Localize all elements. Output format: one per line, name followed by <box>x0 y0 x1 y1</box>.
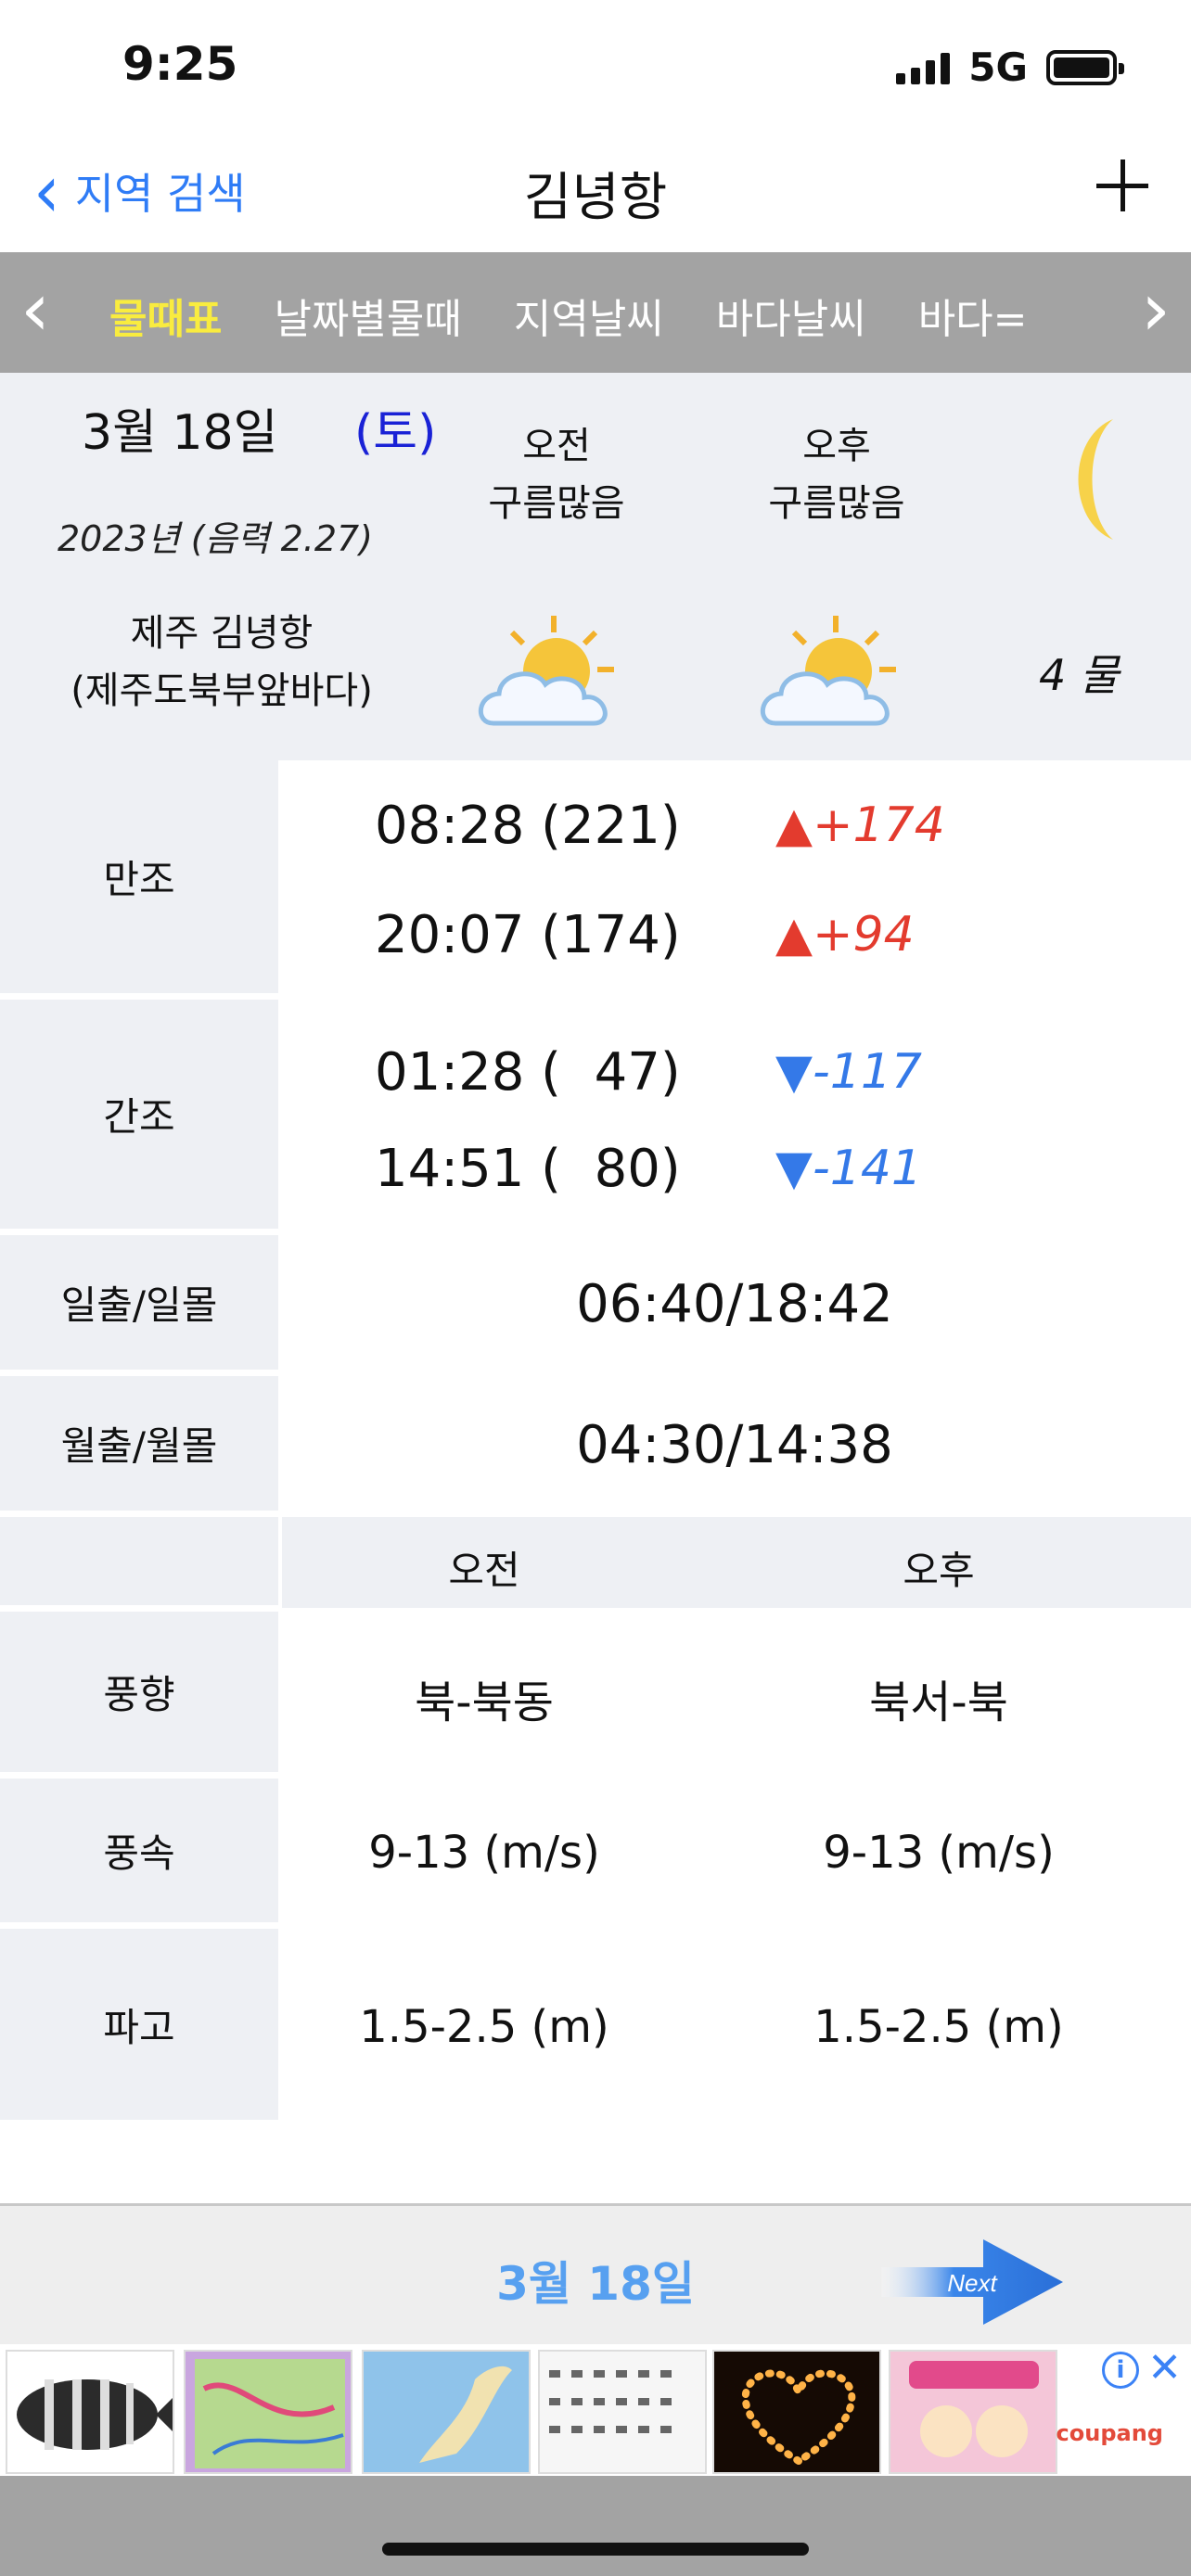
am-header: 오전 <box>448 1548 520 1593</box>
ad-image-map-1[interactable] <box>184 2350 352 2474</box>
navigation-bar: ‹ 지역 검색 김녕항 <box>0 130 1191 250</box>
wind-speed-label: 풍속 <box>0 1779 278 1925</box>
moon-row: 월출/월몰 04:30/14:38 <box>0 1372 1191 1513</box>
ad-image-chart[interactable] <box>538 2350 707 2474</box>
location: 제주 김녕항 (제주도북부앞바다) <box>41 605 403 720</box>
year-lunar-date: 2023년 (음력 2.27) <box>58 518 374 559</box>
pm-weather: 오후 구름많음 <box>716 417 957 532</box>
plus-icon[interactable] <box>1093 156 1152 215</box>
partly-cloudy-icon <box>478 616 614 726</box>
low-tide-label: 간조 <box>0 1000 278 1231</box>
sun-value: 06:40/18:42 <box>576 1273 893 1334</box>
ad-image-heart[interactable] <box>712 2350 881 2474</box>
moon-label: 월출/월몰 <box>0 1376 278 1513</box>
day-of-week: (토) <box>354 405 437 461</box>
high-tide-diff-1: ▲+174 <box>775 797 945 853</box>
partly-cloudy-icon <box>760 616 896 726</box>
chevron-left-icon[interactable]: ‹ <box>20 273 50 347</box>
wave-height-row: 파고 1.5-2.5 (m) 1.5-2.5 (m) <box>0 1925 1191 2120</box>
tab-list: 물때표 날짜별물때 지역날씨 바다날씨 바다= <box>109 286 1100 345</box>
tab-sea-weather[interactable]: 바다날씨 <box>716 286 866 345</box>
crescent-moon-icon <box>1078 419 1113 540</box>
high-tide-time-2: 20:07 (174) <box>375 905 681 965</box>
low-tide-diff-2: ▼-141 <box>775 1141 923 1196</box>
marine-header-blank <box>0 1517 278 1608</box>
pm-label: 오후 <box>802 425 871 467</box>
high-tide-time-1: 08:28 (221) <box>375 796 681 856</box>
chevron-right-icon[interactable]: › <box>1141 273 1171 347</box>
wind-speed-am: 9-13 (m/s) <box>368 1827 600 1879</box>
tide-day: 4 물 <box>1039 650 1120 700</box>
home-area <box>0 2476 1191 2576</box>
wind-direction-label: 풍향 <box>0 1612 278 1775</box>
location-name: 제주 김녕항 <box>130 612 314 655</box>
status-time: 9:25 <box>122 37 238 91</box>
tab-local-weather[interactable]: 지역날씨 <box>514 286 664 345</box>
date-label: 3월 18일 <box>82 405 278 461</box>
tab-tide-table[interactable]: 물때표 <box>109 286 222 345</box>
wave-height-label: 파고 <box>0 1929 278 2120</box>
pm-weather-text: 구름많음 <box>768 482 905 525</box>
wind-speed-pm: 9-13 (m/s) <box>823 1827 1055 1879</box>
ad-image-fish[interactable] <box>6 2350 174 2474</box>
signal-icon <box>896 51 951 84</box>
close-icon[interactable]: ✕ <box>1147 2344 1182 2391</box>
low-tide-time-2: 14:51 ( 80) <box>375 1139 681 1199</box>
wave-height-am: 1.5-2.5 (m) <box>359 2001 609 2053</box>
battery-icon <box>1046 49 1124 85</box>
pm-header: 오후 <box>903 1548 975 1593</box>
sun-row: 일출/일몰 06:40/18:42 <box>0 1231 1191 1372</box>
sun-label: 일출/일몰 <box>0 1235 278 1372</box>
info-icon[interactable]: i <box>1102 2352 1139 2389</box>
ad-image-toy[interactable] <box>889 2350 1057 2474</box>
moon-value: 04:30/14:38 <box>576 1414 893 1475</box>
ad-banner[interactable]: i ✕ coupang <box>0 2344 1191 2476</box>
low-tide-time-1: 01:28 ( 47) <box>375 1042 681 1103</box>
high-tide-row: 만조 08:28 (221) ▲+174 20:07 (174) ▲+94 <box>0 760 1191 996</box>
tab-strip: ‹ 물때표 날짜별물때 지역날씨 바다날씨 바다= › <box>0 252 1191 373</box>
am-weather-text: 구름많음 <box>488 482 625 525</box>
ad-brand: coupang <box>1056 2420 1163 2446</box>
low-tide-row: 간조 01:28 ( 47) ▼-117 14:51 ( 80) ▼-141 <box>0 996 1191 1231</box>
wind-direction-pm: 북서-북 <box>869 1677 1008 1728</box>
high-tide-label: 만조 <box>0 760 278 996</box>
marine-header: 오전 오후 <box>282 1517 1191 1608</box>
am-weather: 오전 구름많음 <box>436 417 677 532</box>
ad-image-map-2[interactable] <box>362 2350 531 2474</box>
wind-direction-row: 풍향 북-북동 북서-북 <box>0 1608 1191 1775</box>
high-tide-diff-2: ▲+94 <box>775 907 915 963</box>
info-panel: 3월 18일 (토) 2023년 (음력 2.27) 오전 구름많음 오후 구름… <box>0 373 1191 760</box>
wind-direction-am: 북-북동 <box>415 1677 554 1728</box>
marine-header-row: 오전 오후 <box>0 1513 1191 1608</box>
tab-more[interactable]: 바다= <box>918 286 1028 345</box>
next-arrow-icon[interactable]: Next <box>881 2236 1067 2328</box>
network-label: 5G <box>968 45 1028 90</box>
wind-speed-row: 풍속 9-13 (m/s) 9-13 (m/s) <box>0 1775 1191 1925</box>
location-region: (제주도북부앞바다) <box>70 670 373 712</box>
am-label: 오전 <box>522 425 591 467</box>
wave-height-pm: 1.5-2.5 (m) <box>813 2001 1064 2053</box>
low-tide-diff-1: ▼-117 <box>775 1044 923 1100</box>
tab-daily-tide[interactable]: 날짜별물때 <box>274 286 461 345</box>
next-label: Next <box>947 2269 998 2297</box>
bottom-bar: 3월 18일 Next <box>0 2203 1191 2344</box>
page-title: 김녕항 <box>523 168 668 228</box>
status-bar: 9:25 5G <box>0 0 1191 130</box>
status-indicators: 5G <box>896 45 1124 90</box>
home-indicator[interactable] <box>382 2543 809 2556</box>
